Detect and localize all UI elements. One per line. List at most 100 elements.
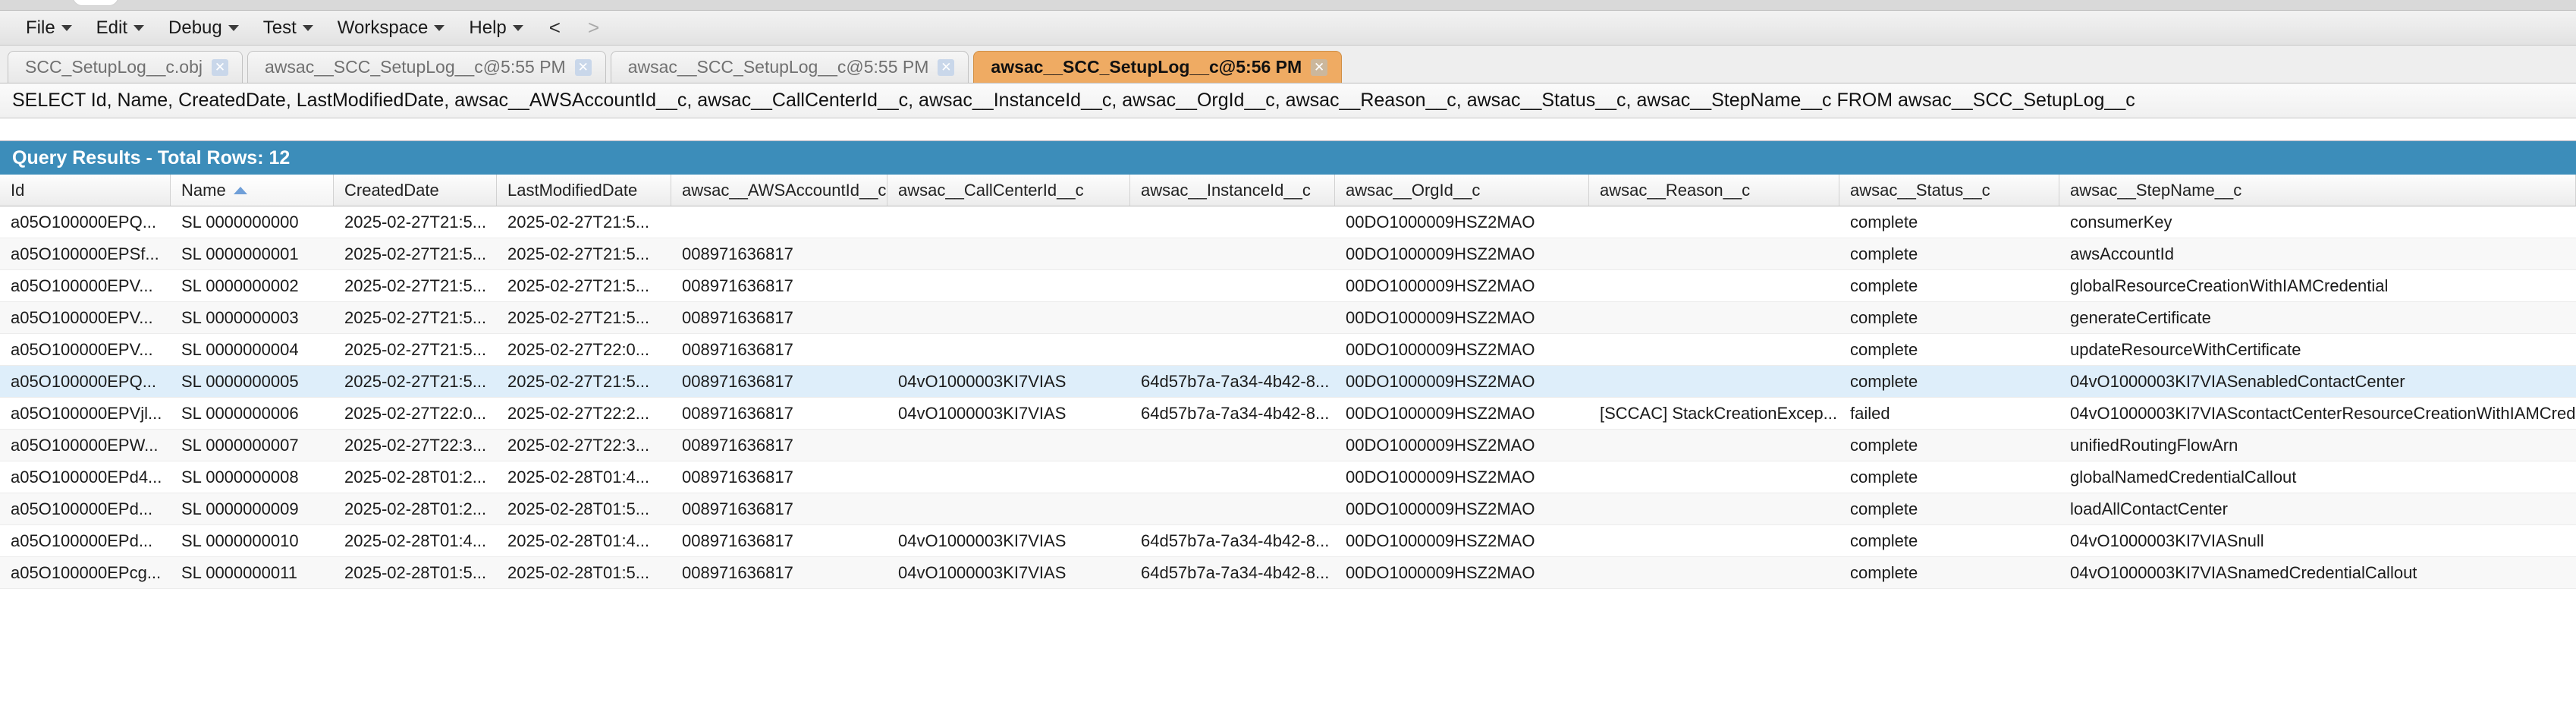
cell-name[interactable]: SL 0000000003: [171, 302, 334, 333]
cell-callcenterid[interactable]: 04vO1000003KI7VIAS: [887, 557, 1130, 588]
cell-lastmodifieddate[interactable]: 2025-02-27T22:2...: [497, 398, 671, 429]
table-row[interactable]: a05O100000EPQ... SL 0000000005 2025-02-27T…: [0, 366, 2576, 398]
cell-orgid[interactable]: 00DO1000009HSZ2MAO: [1335, 302, 1589, 333]
tab-1[interactable]: awsac__SCC_SetupLog__c@5:55 PM ✕: [247, 51, 606, 83]
close-icon[interactable]: ✕: [1311, 58, 1328, 76]
cell-instanceid[interactable]: 64d57b7a-7a34-4b42-8...: [1130, 366, 1335, 397]
cell-callcenterid[interactable]: [887, 334, 1130, 365]
table-row[interactable]: a05O100000EPW... SL 0000000007 2025-02-27T…: [0, 430, 2576, 461]
cell-createddate[interactable]: 2025-02-27T21:5...: [334, 366, 497, 397]
cell-id[interactable]: a05O100000EPW...: [0, 430, 171, 461]
cell-orgid[interactable]: 00DO1000009HSZ2MAO: [1335, 557, 1589, 588]
cell-name[interactable]: SL 0000000002: [171, 270, 334, 301]
cell-orgid[interactable]: 00DO1000009HSZ2MAO: [1335, 270, 1589, 301]
cell-instanceid[interactable]: 64d57b7a-7a34-4b42-8...: [1130, 557, 1335, 588]
table-row[interactable]: a05O100000EPQ... SL 0000000000 2025-02-27T…: [0, 206, 2576, 238]
cell-instanceid[interactable]: [1130, 302, 1335, 333]
cell-awsaccountid[interactable]: 008971636817: [671, 557, 887, 588]
soql-query-bar[interactable]: SELECT Id, Name, CreatedDate, LastModifi…: [0, 83, 2576, 118]
cell-name[interactable]: SL 0000000005: [171, 366, 334, 397]
cell-awsaccountid[interactable]: [671, 206, 887, 238]
column-header-lastmodifieddate[interactable]: LastModifiedDate: [497, 175, 671, 206]
column-header-name[interactable]: Name: [171, 175, 334, 206]
cell-reason[interactable]: [1589, 557, 1839, 588]
cell-status[interactable]: complete: [1839, 461, 2059, 493]
cell-id[interactable]: a05O100000EPQ...: [0, 206, 171, 238]
table-row[interactable]: a05O100000EPd... SL 0000000009 2025-02-28T…: [0, 493, 2576, 525]
cell-awsaccountid[interactable]: 008971636817: [671, 302, 887, 333]
cell-callcenterid[interactable]: [887, 302, 1130, 333]
cell-stepname[interactable]: updateResourceWithCertificate: [2059, 334, 2576, 365]
table-row[interactable]: a05O100000EPSf... SL 0000000001 2025-02-27…: [0, 238, 2576, 270]
cell-instanceid[interactable]: [1130, 461, 1335, 493]
cell-awsaccountid[interactable]: 008971636817: [671, 366, 887, 397]
cell-createddate[interactable]: 2025-02-28T01:2...: [334, 461, 497, 493]
cell-awsaccountid[interactable]: 008971636817: [671, 270, 887, 301]
cell-awsaccountid[interactable]: 008971636817: [671, 525, 887, 556]
cell-name[interactable]: SL 0000000007: [171, 430, 334, 461]
cell-stepname[interactable]: generateCertificate: [2059, 302, 2576, 333]
cell-id[interactable]: a05O100000EPV...: [0, 334, 171, 365]
table-row[interactable]: a05O100000EPcg... SL 0000000011 2025-02-28…: [0, 557, 2576, 589]
column-header-createddate[interactable]: CreatedDate: [334, 175, 497, 206]
column-header-reason[interactable]: awsac__Reason__c: [1589, 175, 1839, 206]
cell-lastmodifieddate[interactable]: 2025-02-27T21:5...: [497, 206, 671, 238]
cell-callcenterid[interactable]: 04vO1000003KI7VIAS: [887, 398, 1130, 429]
cell-instanceid[interactable]: [1130, 238, 1335, 269]
cell-stepname[interactable]: 04vO1000003KI7VIAScontactCenterResourceC…: [2059, 398, 2576, 429]
cell-name[interactable]: SL 0000000004: [171, 334, 334, 365]
cell-createddate[interactable]: 2025-02-27T21:5...: [334, 206, 497, 238]
table-row[interactable]: a05O100000EPV... SL 0000000004 2025-02-27T…: [0, 334, 2576, 366]
cell-callcenterid[interactable]: [887, 206, 1130, 238]
cell-id[interactable]: a05O100000EPcg...: [0, 557, 171, 588]
column-header-callcenterid[interactable]: awsac__CallCenterId__c: [887, 175, 1130, 206]
cell-stepname[interactable]: globalNamedCredentialCallout: [2059, 461, 2576, 493]
cell-createddate[interactable]: 2025-02-27T22:3...: [334, 430, 497, 461]
cell-reason[interactable]: [1589, 238, 1839, 269]
cell-reason[interactable]: [1589, 430, 1839, 461]
cell-stepname[interactable]: consumerKey: [2059, 206, 2576, 238]
cell-lastmodifieddate[interactable]: 2025-02-28T01:4...: [497, 461, 671, 493]
cell-callcenterid[interactable]: [887, 270, 1130, 301]
close-icon[interactable]: ✕: [574, 58, 592, 76]
cell-stepname[interactable]: 04vO1000003KI7VIASnamedCredentialCallout: [2059, 557, 2576, 588]
cell-lastmodifieddate[interactable]: 2025-02-28T01:4...: [497, 525, 671, 556]
tab-3-active[interactable]: awsac__SCC_SetupLog__c@5:56 PM ✕: [973, 51, 1343, 83]
nav-prev-button[interactable]: <: [536, 16, 574, 39]
cell-instanceid[interactable]: 64d57b7a-7a34-4b42-8...: [1130, 398, 1335, 429]
cell-stepname[interactable]: 04vO1000003KI7VIASenabledContactCenter: [2059, 366, 2576, 397]
cell-lastmodifieddate[interactable]: 2025-02-27T21:5...: [497, 366, 671, 397]
cell-name[interactable]: SL 0000000008: [171, 461, 334, 493]
cell-reason[interactable]: [1589, 270, 1839, 301]
column-header-orgid[interactable]: awsac__OrgId__c: [1335, 175, 1589, 206]
table-row[interactable]: a05O100000EPd4... SL 0000000008 2025-02-28…: [0, 461, 2576, 493]
cell-id[interactable]: a05O100000EPQ...: [0, 366, 171, 397]
cell-lastmodifieddate[interactable]: 2025-02-28T01:5...: [497, 493, 671, 524]
menu-item-debug[interactable]: Debug: [156, 14, 251, 42]
cell-id[interactable]: a05O100000EPd...: [0, 493, 171, 524]
cell-lastmodifieddate[interactable]: 2025-02-27T22:3...: [497, 430, 671, 461]
cell-callcenterid[interactable]: [887, 493, 1130, 524]
cell-status[interactable]: complete: [1839, 238, 2059, 269]
cell-awsaccountid[interactable]: 008971636817: [671, 238, 887, 269]
cell-reason[interactable]: [SCCAC] StackCreationExcep...: [1589, 398, 1839, 429]
cell-createddate[interactable]: 2025-02-28T01:5...: [334, 557, 497, 588]
cell-instanceid[interactable]: [1130, 206, 1335, 238]
cell-lastmodifieddate[interactable]: 2025-02-28T01:5...: [497, 557, 671, 588]
table-row[interactable]: a05O100000EPVjl... SL 0000000006 2025-02-2…: [0, 398, 2576, 430]
cell-awsaccountid[interactable]: 008971636817: [671, 334, 887, 365]
close-icon[interactable]: ✕: [212, 58, 228, 76]
cell-id[interactable]: a05O100000EPV...: [0, 270, 171, 301]
cell-createddate[interactable]: 2025-02-28T01:4...: [334, 525, 497, 556]
cell-callcenterid[interactable]: [887, 430, 1130, 461]
cell-orgid[interactable]: 00DO1000009HSZ2MAO: [1335, 461, 1589, 493]
cell-stepname[interactable]: awsAccountId: [2059, 238, 2576, 269]
menu-item-help[interactable]: Help: [457, 14, 535, 42]
cell-id[interactable]: a05O100000EPV...: [0, 302, 171, 333]
cell-callcenterid[interactable]: [887, 461, 1130, 493]
cell-callcenterid[interactable]: 04vO1000003KI7VIAS: [887, 366, 1130, 397]
column-header-instanceid[interactable]: awsac__InstanceId__c: [1130, 175, 1335, 206]
cell-lastmodifieddate[interactable]: 2025-02-27T21:5...: [497, 238, 671, 269]
nav-next-button[interactable]: >: [574, 16, 613, 39]
cell-orgid[interactable]: 00DO1000009HSZ2MAO: [1335, 238, 1589, 269]
